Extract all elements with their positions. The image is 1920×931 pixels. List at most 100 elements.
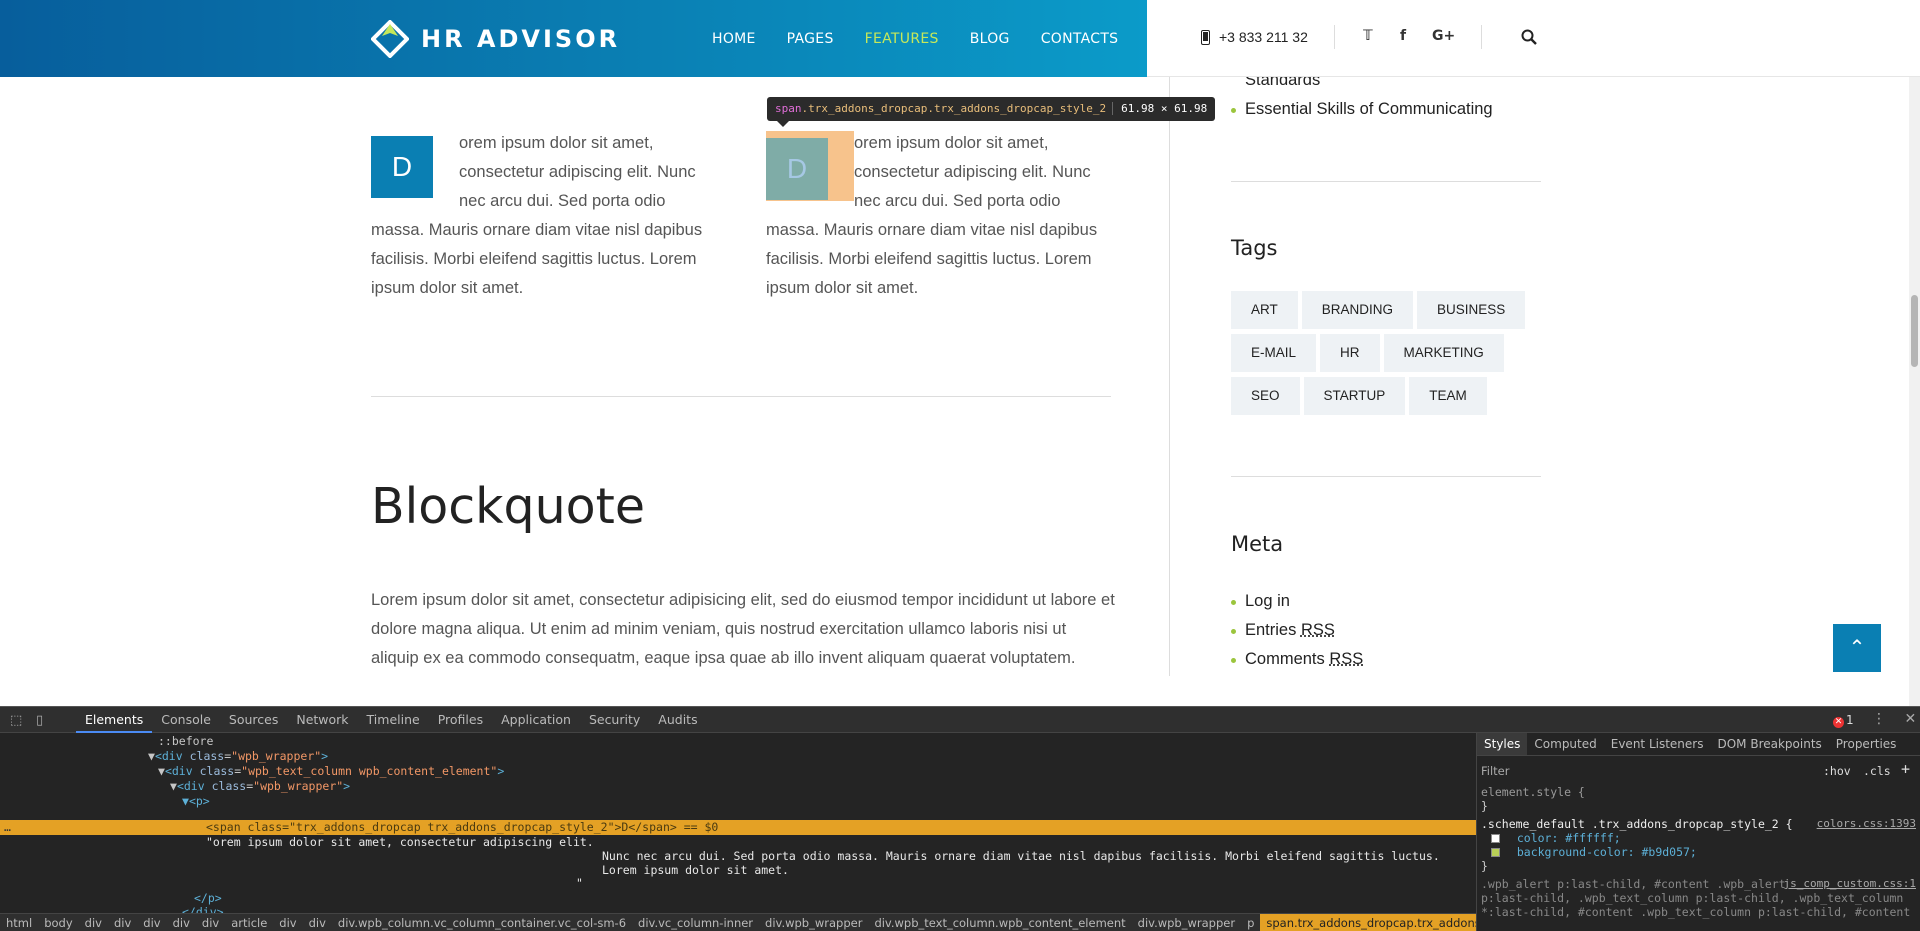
crumb[interactable]: div <box>79 914 108 931</box>
crumb[interactable]: div <box>137 914 166 931</box>
tab-console[interactable]: Console <box>152 707 220 733</box>
scrollbar-thumb[interactable] <box>1911 295 1918 367</box>
style-prop-bg[interactable]: background-color: #b9d057; <box>1491 845 1697 859</box>
dom-line[interactable]: Nunc nec arcu dui. Sed porta odio massa.… <box>602 849 1440 864</box>
class-toggle[interactable]: .cls <box>1863 764 1891 778</box>
crumb[interactable]: div <box>273 914 302 931</box>
twitter-icon[interactable]: 𝕋 <box>1363 28 1373 44</box>
tag-marketing[interactable]: MARKETING <box>1383 334 1504 372</box>
crumb-selected[interactable]: span.trx_addons_dropcap.trx_addons_dropc… <box>1260 914 1476 931</box>
hover-state-toggle[interactable]: :hov <box>1823 764 1851 778</box>
crumb[interactable]: div.wpb_wrapper <box>759 914 868 931</box>
crumb[interactable]: div.wpb_column.vc_column_container.vc_co… <box>332 914 632 931</box>
tag-team[interactable]: TEAM <box>1409 377 1487 415</box>
dom-line[interactable]: "orem ipsum dolor sit amet, consectetur … <box>206 835 594 850</box>
google-plus-icon[interactable]: G+ <box>1432 28 1455 44</box>
tag-business[interactable]: BUSINESS <box>1417 291 1526 329</box>
crumb[interactable]: div.wpb_text_column.wpb_content_element <box>868 914 1131 931</box>
tag-seo[interactable]: SEO <box>1231 377 1300 415</box>
nav-features[interactable]: FEATURES <box>865 31 939 47</box>
crumb[interactable]: div <box>196 914 225 931</box>
dom-selected-span: <span class="trx_addons_dropcap trx_addo… <box>206 820 719 834</box>
color-swatch[interactable] <box>1491 848 1500 857</box>
nav-contacts[interactable]: CONTACTS <box>1041 31 1119 47</box>
tag-email[interactable]: E-MAIL <box>1231 334 1317 372</box>
dom-line[interactable]: ▼<div class="wpb_text_column wpb_content… <box>158 764 504 779</box>
close-icon[interactable]: ✕ <box>1904 711 1916 727</box>
more-menu-icon[interactable]: ⋮ <box>1872 711 1886 727</box>
dom-text: Lorem ipsum dolor sit amet. <box>602 863 789 877</box>
page-scrollbar[interactable] <box>1909 0 1920 706</box>
dom-attr-value: "wpb_text_column wpb_content_element" <box>241 764 498 778</box>
tab-sources[interactable]: Sources <box>220 707 287 733</box>
dom-line[interactable]: </p> <box>194 891 222 906</box>
tab-application[interactable]: Application <box>492 707 580 733</box>
dom-line[interactable]: ::before <box>158 734 213 749</box>
dom-line[interactable]: " <box>576 876 583 891</box>
elements-tree[interactable]: ::before ▼<div class="wpb_wrapper"> ▼<di… <box>0 733 1476 913</box>
style-source-link[interactable]: js_comp_custom.css:1 <box>1784 877 1916 890</box>
tooltip-classes: .trx_addons_dropcap.trx_addons_dropcap_s… <box>801 102 1107 115</box>
dom-line[interactable]: ▼<div class="wpb_wrapper"> <box>170 779 350 794</box>
tags-cloud: ART BRANDING BUSINESS E-MAIL HR MARKETIN… <box>1231 291 1551 420</box>
scroll-to-top-button[interactable]: ⌃ <box>1833 624 1881 672</box>
expand-triangle-icon: ▼ <box>170 779 177 793</box>
meta-list: Log in Entries RSS Comments RSS <box>1231 587 1363 674</box>
tag-branding[interactable]: BRANDING <box>1301 291 1414 329</box>
tab-dom-breakpoints[interactable]: DOM Breakpoints <box>1710 733 1828 755</box>
style-rule-selector[interactable]: .scheme_default .trx_addons_dropcap_styl… <box>1481 817 1793 831</box>
tab-timeline[interactable]: Timeline <box>358 707 429 733</box>
tab-styles[interactable]: Styles <box>1477 733 1528 755</box>
tab-computed[interactable]: Computed <box>1527 733 1603 755</box>
nav-pages[interactable]: PAGES <box>787 31 834 47</box>
tab-properties[interactable]: Properties <box>1829 733 1904 755</box>
meta-login[interactable]: Log in <box>1231 587 1363 616</box>
crumb[interactable]: article <box>225 914 273 931</box>
nav-blog[interactable]: BLOG <box>970 31 1010 47</box>
crumb[interactable]: div <box>108 914 137 931</box>
dom-line-selected[interactable]: … <box>4 820 11 835</box>
crumb[interactable]: body <box>38 914 78 931</box>
error-counter[interactable]: ✕ 1 <box>1833 713 1854 728</box>
facebook-icon[interactable]: f <box>1400 28 1406 44</box>
style-rule-selector[interactable]: *:last-child, #content .wpb_text_column … <box>1481 905 1910 919</box>
crumb[interactable]: div.wpb_wrapper <box>1132 914 1241 931</box>
tab-elements[interactable]: Elements <box>76 707 153 733</box>
dom-line[interactable]: Lorem ipsum dolor sit amet. <box>602 863 789 878</box>
crumb[interactable]: div <box>303 914 332 931</box>
crumb[interactable]: p <box>1241 914 1260 931</box>
inspect-element-icon[interactable]: ⬚ <box>10 713 22 728</box>
crumb[interactable]: div.vc_column-inner <box>632 914 759 931</box>
meta-comments-rss[interactable]: Comments RSS <box>1231 645 1363 674</box>
sidebar-item-essential-skills[interactable]: Essential Skills of Communicating <box>1231 95 1493 124</box>
meta-entries-rss[interactable]: Entries RSS <box>1231 616 1363 645</box>
style-rule-selector[interactable]: p:last-child, .wpb_text_column p:last-ch… <box>1481 891 1903 905</box>
tab-network[interactable]: Network <box>287 707 357 733</box>
styles-filter-input[interactable]: Filter <box>1481 764 1509 778</box>
dom-line[interactable]: ▼<p> <box>182 794 210 809</box>
tag-startup[interactable]: STARTUP <box>1303 377 1406 415</box>
dom-line[interactable]: ▼<div class="wpb_wrapper"> <box>148 749 328 764</box>
style-prop-color[interactable]: color: #ffffff; <box>1491 831 1621 845</box>
nav-home[interactable]: HOME <box>712 31 756 47</box>
tab-profiles[interactable]: Profiles <box>429 707 492 733</box>
dom-line-selected[interactable]: <span class="trx_addons_dropcap trx_addo… <box>206 820 718 835</box>
style-source-link[interactable]: colors.css:1393 <box>1817 817 1916 830</box>
tab-event-listeners[interactable]: Event Listeners <box>1604 733 1711 755</box>
element-style-rule[interactable]: element.style { <box>1481 785 1585 799</box>
device-toolbar-icon[interactable]: ▯ <box>36 713 43 728</box>
style-rule-selector[interactable]: .wpb_alert p:last-child, #content .wpb_a… <box>1481 877 1786 891</box>
crumb[interactable]: div <box>167 914 196 931</box>
tab-security[interactable]: Security <box>580 707 649 733</box>
add-rule-icon[interactable]: + <box>1901 762 1910 777</box>
tab-audits[interactable]: Audits <box>649 707 706 733</box>
crumb[interactable]: html <box>0 914 38 931</box>
search-icon[interactable] <box>1521 29 1537 45</box>
color-swatch[interactable] <box>1491 834 1500 843</box>
tag-art[interactable]: ART <box>1231 291 1298 329</box>
phone-contact[interactable]: +3 833 211 32 <box>1201 29 1308 45</box>
dropcap-highlight: D <box>766 131 854 201</box>
logo[interactable]: HR ADVISOR <box>371 20 620 58</box>
tag-hr[interactable]: HR <box>1320 334 1380 372</box>
dom-line[interactable]: </div> <box>182 905 224 913</box>
